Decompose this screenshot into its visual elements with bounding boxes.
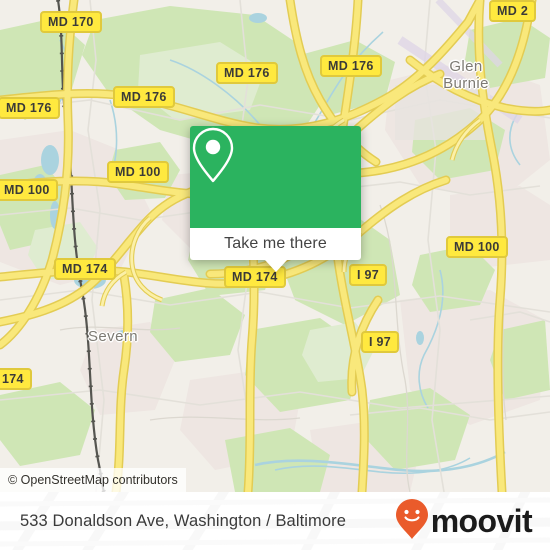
moovit-map-screenshot: Glen Burnie Severn MD 170 MD 2 MD 176 MD… — [0, 0, 550, 550]
moovit-pin-smile-icon — [395, 498, 429, 545]
destination-popup-card[interactable]: Take me there — [190, 126, 361, 272]
take-me-there-button[interactable]: Take me there — [224, 235, 327, 253]
map-canvas[interactable]: Glen Burnie Severn MD 170 MD 2 MD 176 MD… — [0, 0, 550, 492]
footer-content: 533 Donaldson Ave, Washington / Baltimor… — [0, 492, 550, 550]
shield-md-176-right: MD 176 — [320, 55, 382, 77]
shield-md-176-edge: MD 176 — [0, 97, 60, 119]
moovit-wordmark: moovit — [430, 503, 533, 539]
moovit-logo[interactable]: moovit — [395, 498, 533, 545]
shield-md-176-top: MD 176 — [216, 62, 278, 84]
popup-action-area[interactable]: Take me there — [190, 228, 361, 260]
address-title: 533 Donaldson Ave, Washington / Baltimor… — [20, 511, 347, 530]
openstreetmap-attribution[interactable]: © OpenStreetMap contributors — [0, 468, 186, 492]
shield-md-174-left: MD 174 — [54, 258, 116, 280]
popup-pointer-tail — [264, 260, 287, 272]
shield-i-97-upper: I 97 — [349, 264, 388, 286]
shield-md-170: MD 170 — [40, 11, 102, 33]
shield-md-100-left: MD 100 — [0, 179, 58, 201]
shield-md-100-mid: MD 100 — [107, 161, 169, 183]
shield-i-97-lower: I 97 — [361, 331, 400, 353]
footer-bar: 533 Donaldson Ave, Washington / Baltimor… — [0, 492, 550, 550]
shield-md-2: MD 2 — [489, 0, 537, 22]
popup-pin-area — [190, 126, 361, 228]
shield-md-174-edge: 174 — [0, 368, 32, 390]
shield-md-176-left: MD 176 — [113, 86, 175, 108]
shield-md-100-right: MD 100 — [446, 236, 508, 258]
